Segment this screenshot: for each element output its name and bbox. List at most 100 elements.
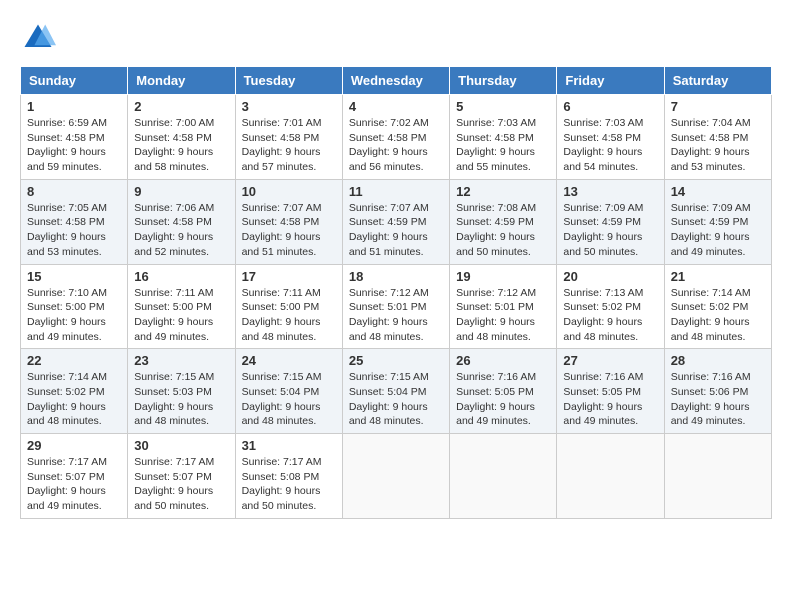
day-number: 27 bbox=[563, 353, 657, 368]
calendar-cell: 11 Sunrise: 7:07 AM Sunset: 4:59 PM Dayl… bbox=[342, 179, 449, 264]
day-number: 14 bbox=[671, 184, 765, 199]
day-number: 29 bbox=[27, 438, 121, 453]
day-info: Sunrise: 7:13 AM Sunset: 5:02 PM Dayligh… bbox=[563, 286, 657, 345]
calendar-cell: 27 Sunrise: 7:16 AM Sunset: 5:05 PM Dayl… bbox=[557, 349, 664, 434]
day-number: 11 bbox=[349, 184, 443, 199]
calendar-cell: 17 Sunrise: 7:11 AM Sunset: 5:00 PM Dayl… bbox=[235, 264, 342, 349]
day-info: Sunrise: 7:01 AM Sunset: 4:58 PM Dayligh… bbox=[242, 116, 336, 175]
calendar-cell: 10 Sunrise: 7:07 AM Sunset: 4:58 PM Dayl… bbox=[235, 179, 342, 264]
calendar-cell: 31 Sunrise: 7:17 AM Sunset: 5:08 PM Dayl… bbox=[235, 434, 342, 519]
day-info: Sunrise: 7:00 AM Sunset: 4:58 PM Dayligh… bbox=[134, 116, 228, 175]
day-number: 12 bbox=[456, 184, 550, 199]
header-day: Tuesday bbox=[235, 67, 342, 95]
calendar-cell bbox=[664, 434, 771, 519]
day-info: Sunrise: 7:12 AM Sunset: 5:01 PM Dayligh… bbox=[456, 286, 550, 345]
day-info: Sunrise: 7:09 AM Sunset: 4:59 PM Dayligh… bbox=[563, 201, 657, 260]
day-number: 18 bbox=[349, 269, 443, 284]
calendar-cell: 20 Sunrise: 7:13 AM Sunset: 5:02 PM Dayl… bbox=[557, 264, 664, 349]
day-info: Sunrise: 7:14 AM Sunset: 5:02 PM Dayligh… bbox=[27, 370, 121, 429]
calendar-cell: 9 Sunrise: 7:06 AM Sunset: 4:58 PM Dayli… bbox=[128, 179, 235, 264]
header-day: Sunday bbox=[21, 67, 128, 95]
day-number: 31 bbox=[242, 438, 336, 453]
header-day: Thursday bbox=[450, 67, 557, 95]
calendar-cell: 14 Sunrise: 7:09 AM Sunset: 4:59 PM Dayl… bbox=[664, 179, 771, 264]
day-info: Sunrise: 7:11 AM Sunset: 5:00 PM Dayligh… bbox=[134, 286, 228, 345]
day-number: 13 bbox=[563, 184, 657, 199]
calendar-week: 29 Sunrise: 7:17 AM Sunset: 5:07 PM Dayl… bbox=[21, 434, 772, 519]
calendar-cell: 6 Sunrise: 7:03 AM Sunset: 4:58 PM Dayli… bbox=[557, 95, 664, 180]
calendar-week: 15 Sunrise: 7:10 AM Sunset: 5:00 PM Dayl… bbox=[21, 264, 772, 349]
header-day: Friday bbox=[557, 67, 664, 95]
header-day: Saturday bbox=[664, 67, 771, 95]
day-number: 6 bbox=[563, 99, 657, 114]
calendar-cell: 8 Sunrise: 7:05 AM Sunset: 4:58 PM Dayli… bbox=[21, 179, 128, 264]
day-info: Sunrise: 7:03 AM Sunset: 4:58 PM Dayligh… bbox=[563, 116, 657, 175]
day-number: 9 bbox=[134, 184, 228, 199]
header-row: SundayMondayTuesdayWednesdayThursdayFrid… bbox=[21, 67, 772, 95]
day-info: Sunrise: 7:12 AM Sunset: 5:01 PM Dayligh… bbox=[349, 286, 443, 345]
day-info: Sunrise: 7:04 AM Sunset: 4:58 PM Dayligh… bbox=[671, 116, 765, 175]
calendar-cell: 12 Sunrise: 7:08 AM Sunset: 4:59 PM Dayl… bbox=[450, 179, 557, 264]
calendar-week: 8 Sunrise: 7:05 AM Sunset: 4:58 PM Dayli… bbox=[21, 179, 772, 264]
day-info: Sunrise: 7:10 AM Sunset: 5:00 PM Dayligh… bbox=[27, 286, 121, 345]
day-info: Sunrise: 7:02 AM Sunset: 4:58 PM Dayligh… bbox=[349, 116, 443, 175]
day-info: Sunrise: 7:17 AM Sunset: 5:07 PM Dayligh… bbox=[27, 455, 121, 514]
calendar-cell: 5 Sunrise: 7:03 AM Sunset: 4:58 PM Dayli… bbox=[450, 95, 557, 180]
calendar-cell: 3 Sunrise: 7:01 AM Sunset: 4:58 PM Dayli… bbox=[235, 95, 342, 180]
calendar-cell: 16 Sunrise: 7:11 AM Sunset: 5:00 PM Dayl… bbox=[128, 264, 235, 349]
day-number: 26 bbox=[456, 353, 550, 368]
day-info: Sunrise: 7:11 AM Sunset: 5:00 PM Dayligh… bbox=[242, 286, 336, 345]
calendar-header: SundayMondayTuesdayWednesdayThursdayFrid… bbox=[21, 67, 772, 95]
day-info: Sunrise: 7:16 AM Sunset: 5:05 PM Dayligh… bbox=[456, 370, 550, 429]
header-day: Monday bbox=[128, 67, 235, 95]
day-number: 30 bbox=[134, 438, 228, 453]
logo bbox=[20, 20, 60, 56]
calendar-cell: 28 Sunrise: 7:16 AM Sunset: 5:06 PM Dayl… bbox=[664, 349, 771, 434]
calendar-cell: 23 Sunrise: 7:15 AM Sunset: 5:03 PM Dayl… bbox=[128, 349, 235, 434]
day-info: Sunrise: 7:15 AM Sunset: 5:03 PM Dayligh… bbox=[134, 370, 228, 429]
day-info: Sunrise: 7:16 AM Sunset: 5:06 PM Dayligh… bbox=[671, 370, 765, 429]
calendar-cell: 26 Sunrise: 7:16 AM Sunset: 5:05 PM Dayl… bbox=[450, 349, 557, 434]
calendar-cell: 13 Sunrise: 7:09 AM Sunset: 4:59 PM Dayl… bbox=[557, 179, 664, 264]
calendar-cell: 22 Sunrise: 7:14 AM Sunset: 5:02 PM Dayl… bbox=[21, 349, 128, 434]
day-info: Sunrise: 6:59 AM Sunset: 4:58 PM Dayligh… bbox=[27, 116, 121, 175]
day-number: 4 bbox=[349, 99, 443, 114]
calendar-cell: 25 Sunrise: 7:15 AM Sunset: 5:04 PM Dayl… bbox=[342, 349, 449, 434]
day-number: 24 bbox=[242, 353, 336, 368]
day-number: 15 bbox=[27, 269, 121, 284]
day-number: 10 bbox=[242, 184, 336, 199]
calendar-week: 22 Sunrise: 7:14 AM Sunset: 5:02 PM Dayl… bbox=[21, 349, 772, 434]
calendar-cell: 30 Sunrise: 7:17 AM Sunset: 5:07 PM Dayl… bbox=[128, 434, 235, 519]
day-number: 20 bbox=[563, 269, 657, 284]
calendar-cell: 1 Sunrise: 6:59 AM Sunset: 4:58 PM Dayli… bbox=[21, 95, 128, 180]
calendar-cell: 15 Sunrise: 7:10 AM Sunset: 5:00 PM Dayl… bbox=[21, 264, 128, 349]
day-number: 16 bbox=[134, 269, 228, 284]
day-number: 17 bbox=[242, 269, 336, 284]
calendar-cell: 4 Sunrise: 7:02 AM Sunset: 4:58 PM Dayli… bbox=[342, 95, 449, 180]
day-info: Sunrise: 7:07 AM Sunset: 4:58 PM Dayligh… bbox=[242, 201, 336, 260]
day-info: Sunrise: 7:09 AM Sunset: 4:59 PM Dayligh… bbox=[671, 201, 765, 260]
day-number: 28 bbox=[671, 353, 765, 368]
calendar-cell: 7 Sunrise: 7:04 AM Sunset: 4:58 PM Dayli… bbox=[664, 95, 771, 180]
calendar-cell: 18 Sunrise: 7:12 AM Sunset: 5:01 PM Dayl… bbox=[342, 264, 449, 349]
calendar-cell: 19 Sunrise: 7:12 AM Sunset: 5:01 PM Dayl… bbox=[450, 264, 557, 349]
day-info: Sunrise: 7:06 AM Sunset: 4:58 PM Dayligh… bbox=[134, 201, 228, 260]
day-info: Sunrise: 7:16 AM Sunset: 5:05 PM Dayligh… bbox=[563, 370, 657, 429]
day-number: 23 bbox=[134, 353, 228, 368]
calendar-cell bbox=[342, 434, 449, 519]
calendar-cell: 21 Sunrise: 7:14 AM Sunset: 5:02 PM Dayl… bbox=[664, 264, 771, 349]
day-info: Sunrise: 7:14 AM Sunset: 5:02 PM Dayligh… bbox=[671, 286, 765, 345]
day-number: 22 bbox=[27, 353, 121, 368]
calendar-body: 1 Sunrise: 6:59 AM Sunset: 4:58 PM Dayli… bbox=[21, 95, 772, 519]
day-info: Sunrise: 7:03 AM Sunset: 4:58 PM Dayligh… bbox=[456, 116, 550, 175]
calendar-cell bbox=[557, 434, 664, 519]
day-info: Sunrise: 7:17 AM Sunset: 5:07 PM Dayligh… bbox=[134, 455, 228, 514]
day-number: 19 bbox=[456, 269, 550, 284]
day-number: 1 bbox=[27, 99, 121, 114]
day-number: 2 bbox=[134, 99, 228, 114]
day-number: 5 bbox=[456, 99, 550, 114]
day-number: 8 bbox=[27, 184, 121, 199]
day-info: Sunrise: 7:15 AM Sunset: 5:04 PM Dayligh… bbox=[349, 370, 443, 429]
day-info: Sunrise: 7:15 AM Sunset: 5:04 PM Dayligh… bbox=[242, 370, 336, 429]
header-day: Wednesday bbox=[342, 67, 449, 95]
